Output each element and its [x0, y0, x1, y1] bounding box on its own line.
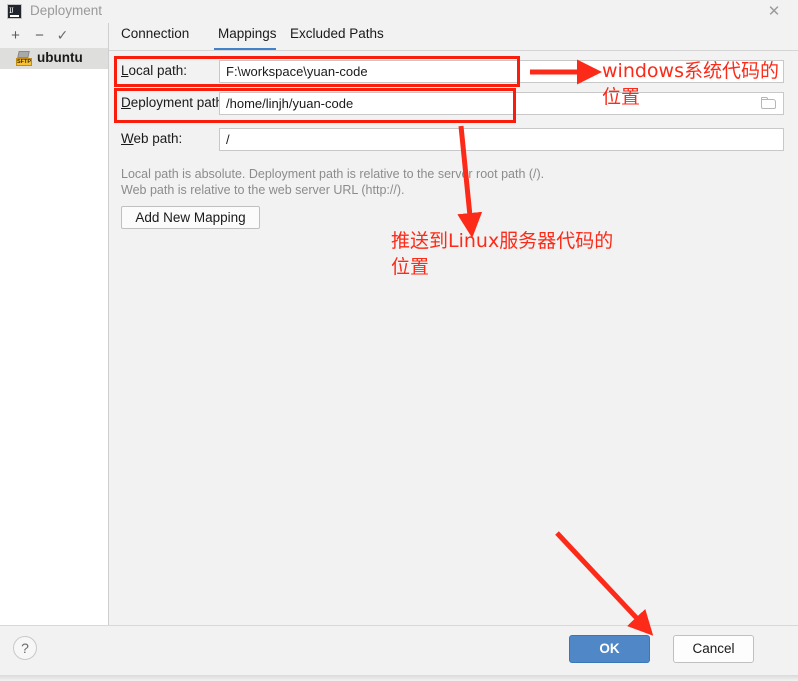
mappings-panel: Connection Mappings Excluded Paths Local…	[109, 23, 798, 625]
sidebar-item-ubuntu[interactable]: SFTP ubuntu	[0, 48, 108, 69]
sidebar-toolbar: + − ✓	[0, 23, 108, 48]
window-bottom-shadow	[0, 675, 798, 681]
folder-browse-icon[interactable]	[761, 97, 777, 111]
local-path-row: Local path: F:\workspace\yuan-code	[109, 59, 798, 84]
tab-mappings[interactable]: Mappings	[216, 26, 279, 41]
tab-bar: Connection Mappings Excluded Paths	[109, 23, 798, 51]
sftp-badge-label: SFTP	[16, 58, 32, 66]
set-default-server-button[interactable]: ✓	[53, 26, 72, 45]
web-path-row: Web path: /	[109, 127, 798, 152]
add-new-mapping-button[interactable]: Add New Mapping	[121, 206, 260, 229]
hint-line-1: Local path is absolute. Deployment path …	[121, 167, 545, 181]
window-title-bar: IJ Deployment ✕	[0, 0, 798, 23]
window-title: Deployment	[30, 3, 103, 18]
sftp-server-icon: SFTP	[16, 51, 32, 66]
remove-server-button[interactable]: −	[30, 26, 49, 45]
cancel-button[interactable]: Cancel	[673, 635, 754, 663]
ok-button[interactable]: OK	[569, 635, 650, 663]
dialog-footer: ? OK Cancel	[0, 625, 798, 676]
web-path-field[interactable]: /	[219, 128, 784, 151]
help-icon[interactable]: ?	[13, 636, 37, 660]
local-path-field[interactable]: F:\workspace\yuan-code	[219, 60, 784, 83]
tab-separator	[109, 50, 798, 51]
add-server-button[interactable]: +	[6, 26, 25, 45]
close-icon[interactable]: ✕	[764, 2, 784, 20]
tab-excluded-paths[interactable]: Excluded Paths	[288, 26, 386, 41]
deployment-path-field[interactable]: /home/linjh/yuan-code	[219, 92, 784, 115]
web-path-label: Web path:	[121, 131, 183, 146]
servers-sidebar: + − ✓ SFTP ubuntu	[0, 23, 109, 625]
hint-line-2: Web path is relative to the web server U…	[121, 183, 405, 197]
intellij-idea-icon: IJ	[7, 4, 22, 19]
deployment-dialog: IJ Deployment ✕ + − ✓ SFTP ubuntu Connec…	[0, 0, 798, 681]
sidebar-item-label: ubuntu	[37, 50, 83, 65]
deployment-path-row: Deployment path: /home/linjh/yuan-code	[109, 91, 798, 116]
local-path-label: Local path:	[121, 63, 188, 78]
deployment-path-label: Deployment path:	[121, 95, 227, 110]
tab-connection[interactable]: Connection	[119, 26, 191, 41]
